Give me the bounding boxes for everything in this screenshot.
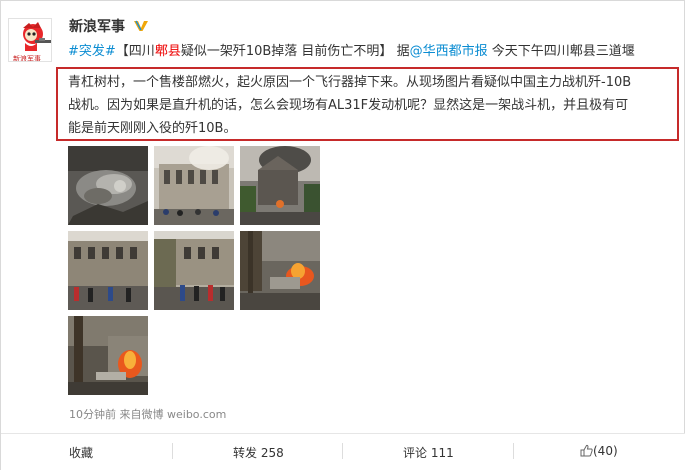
svg-text:新浪军事: 新浪军事 bbox=[13, 54, 41, 62]
source-label: 来自 bbox=[119, 408, 142, 421]
post-time[interactable]: 10分钟前 bbox=[69, 408, 116, 421]
topic-tag-link[interactable]: #突发# bbox=[68, 44, 116, 59]
divider bbox=[172, 443, 173, 459]
fire-smoke-photo[interactable] bbox=[240, 146, 320, 225]
quote-line: 青杠树村，一个售楼部燃火，起火原因一个飞行器掉下来。从现场图片看疑似中国主力战机… bbox=[68, 75, 632, 90]
source-app-link[interactable]: 微博 weibo.com bbox=[142, 408, 227, 421]
wreckage-photo[interactable] bbox=[68, 146, 148, 225]
like-count: (40) bbox=[593, 444, 618, 458]
weibo-post-card: 新浪军事 新浪军事 #突发#【四川郫县疑似一架歼10B掉落 目前伤亡不明】 据@… bbox=[0, 0, 685, 470]
intro-text: 今天下午四川郫县三道堰 bbox=[491, 44, 635, 59]
verified-icon bbox=[134, 20, 148, 31]
favorite-button[interactable]: 收藏 bbox=[69, 444, 93, 461]
post-headline: #突发#【四川郫县疑似一架歼10B掉落 目前伤亡不明】 据@华西都市报 今天下午… bbox=[68, 42, 635, 62]
building-smoke-photo[interactable] bbox=[154, 146, 234, 225]
title-open: 【四川 bbox=[115, 44, 155, 59]
action-bar: 收藏 转发 258 评论 111 (40) bbox=[1, 433, 685, 470]
avatar-mascot-icon: 新浪军事 bbox=[9, 19, 51, 62]
author-name[interactable]: 新浪军事 bbox=[69, 16, 125, 36]
divider bbox=[342, 443, 343, 459]
post-meta: 10分钟前 来自微博 weibo.com bbox=[69, 406, 226, 422]
quote-line: 战机。因为如果是直升机的话，怎么会现场有AL31F发动机呢？显然这是一架战斗机，… bbox=[68, 98, 629, 113]
source-prefix: 据 bbox=[396, 44, 410, 59]
burning-vehicle-photo[interactable] bbox=[240, 231, 320, 310]
like-thumb-icon bbox=[580, 444, 593, 457]
like-button[interactable]: (40) bbox=[580, 444, 618, 458]
divider bbox=[513, 443, 514, 459]
author-avatar[interactable]: 新浪军事 bbox=[8, 18, 52, 62]
highlighted-quote-box: 青杠树村，一个售楼部燃火，起火原因一个飞行器掉下来。从现场图片看疑似中国主力战机… bbox=[56, 67, 679, 141]
title-rest: 疑似一架歼10B掉落 目前伤亡不明】 bbox=[180, 44, 393, 59]
repost-button[interactable]: 转发 258 bbox=[233, 444, 284, 461]
title-highlight: 郫县 bbox=[154, 44, 181, 59]
crowd-street-photo[interactable] bbox=[154, 231, 234, 310]
quote-line: 能是前天刚刚入役的歼10B。 bbox=[68, 121, 237, 136]
burning-tree-photo[interactable] bbox=[68, 316, 148, 395]
source-mention-link[interactable]: @华西都市报 bbox=[410, 44, 488, 59]
crowd-building-photo[interactable] bbox=[68, 231, 148, 310]
comment-button[interactable]: 评论 111 bbox=[403, 444, 454, 461]
